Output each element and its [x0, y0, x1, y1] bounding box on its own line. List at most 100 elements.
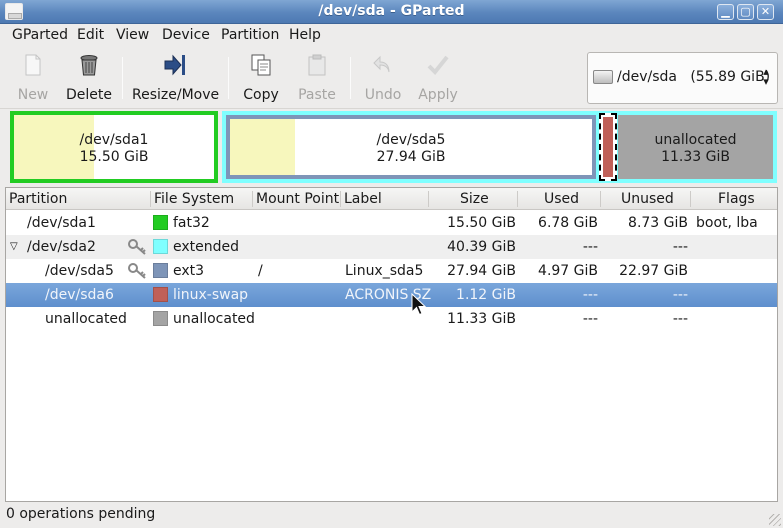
diskmap-sda1-name: /dev/sda1 — [79, 132, 149, 148]
menu-partition[interactable]: Partition — [221, 27, 279, 43]
col-label[interactable]: Label — [344, 191, 382, 207]
device-selector[interactable]: /dev/sda (55.89 GiB) ▴ ▾ — [587, 52, 778, 104]
chevron-updown-icon: ▴ ▾ — [763, 65, 769, 88]
cell-partition: /dev/sda5 — [45, 263, 114, 279]
cell-used: 6.78 GiB — [538, 215, 598, 231]
resize-move-icon — [164, 54, 185, 76]
cell-unused: --- — [672, 311, 688, 327]
col-size[interactable]: Size — [460, 191, 489, 207]
mouse-pointer-icon — [411, 293, 427, 316]
cell-used: --- — [582, 311, 598, 327]
device-label: /dev/sda (55.89 GiB) — [617, 69, 770, 85]
close-button[interactable]: ✕ — [757, 4, 774, 20]
fs-color-swatch — [153, 263, 168, 278]
cell-fs: ext3 — [173, 263, 205, 279]
table-row[interactable]: /dev/sda1 fat32 15.50 GiB 6.78 GiB 8.73 … — [6, 211, 777, 235]
new-label: New — [17, 87, 49, 103]
paste-label: Paste — [298, 87, 336, 103]
diskmap-unallocated-size: 11.33 GiB — [661, 149, 730, 165]
diskmap-unallocated-name: unallocated — [654, 132, 737, 148]
cell-partition: /dev/sda1 — [27, 215, 96, 231]
cell-flags: boot, lba — [696, 215, 758, 231]
menu-help[interactable]: Help — [289, 27, 321, 43]
cell-used: 4.97 GiB — [538, 263, 598, 279]
delete-button[interactable]: Delete — [64, 53, 114, 103]
col-mount-point[interactable]: Mount Point — [256, 191, 339, 207]
new-button[interactable]: New — [12, 53, 54, 103]
undo-button[interactable]: Undo — [362, 53, 404, 103]
menu-bar: GParted Edit View Device Partition Help — [0, 24, 783, 47]
cell-size: 27.94 GiB — [447, 263, 516, 279]
table-header: Partition File System Mount Point Label … — [6, 188, 777, 210]
menu-view[interactable]: View — [116, 27, 149, 43]
minimize-button[interactable]: ▁ — [717, 4, 734, 20]
partition-table[interactable]: Partition File System Mount Point Label … — [5, 187, 778, 502]
fs-color-swatch — [153, 215, 168, 230]
menu-gparted[interactable]: GParted — [12, 27, 68, 43]
copy-icon — [251, 54, 271, 76]
device-name: /dev/sda — [617, 69, 677, 85]
cell-size: 1.12 GiB — [456, 287, 516, 303]
expander-triangle-icon[interactable]: ▽ — [10, 241, 18, 252]
paste-button[interactable]: Paste — [295, 53, 339, 103]
resize-move-button[interactable]: Resize/Move — [132, 53, 220, 103]
col-file-system[interactable]: File System — [154, 191, 234, 207]
col-partition[interactable]: Partition — [9, 191, 67, 207]
trash-icon — [80, 55, 98, 76]
table-row[interactable]: ▽ /dev/sda2 extended 40.39 GiB --- --- — [6, 235, 777, 259]
cell-unused: 8.73 GiB — [628, 215, 688, 231]
cell-fs: extended — [173, 239, 240, 255]
cell-used: --- — [582, 239, 598, 255]
diskmap-unallocated[interactable]: unallocated 11.33 GiB — [618, 115, 773, 179]
col-unused[interactable]: Unused — [621, 191, 674, 207]
menu-edit[interactable]: Edit — [77, 27, 104, 43]
cell-unused: --- — [672, 287, 688, 303]
diskmap-partition-sda5[interactable]: /dev/sda5 27.94 GiB — [226, 115, 596, 179]
diskmap-extended-partition[interactable]: /dev/sda5 27.94 GiB unallocated 11.33 GiB — [222, 111, 777, 183]
table-row[interactable]: unallocated unallocated 11.33 GiB --- --… — [6, 307, 777, 331]
cell-mount: / — [258, 263, 263, 279]
resize-move-label: Resize/Move — [132, 87, 220, 103]
cell-partition: /dev/sda2 — [27, 239, 96, 255]
diskmap-partition-sda1[interactable]: /dev/sda1 15.50 GiB — [10, 111, 218, 183]
cell-fs: linux-swap — [173, 287, 249, 303]
new-icon — [25, 54, 41, 76]
paste-icon — [308, 54, 326, 76]
cell-fs: fat32 — [173, 215, 210, 231]
menu-device[interactable]: Device — [162, 27, 210, 43]
undo-icon — [373, 55, 390, 73]
apply-label: Apply — [418, 87, 458, 103]
hard-disk-icon — [593, 70, 613, 84]
copy-button[interactable]: Copy — [240, 53, 282, 103]
title-bar[interactable]: /dev/sda - GParted ▁ ▢ ✕ — [0, 0, 783, 24]
table-row[interactable]: /dev/sda5 ext3 / Linux_sda5 27.94 GiB 4.… — [6, 259, 777, 283]
maximize-button[interactable]: ▢ — [737, 4, 754, 20]
col-used[interactable]: Used — [544, 191, 579, 207]
device-size: (55.89 GiB) — [690, 69, 771, 85]
cell-partition: unallocated — [45, 311, 127, 327]
undo-label: Undo — [364, 87, 402, 103]
cell-unused: --- — [672, 239, 688, 255]
status-text: 0 operations pending — [6, 506, 156, 522]
apply-icon — [427, 55, 449, 75]
cell-fs: unallocated — [173, 311, 255, 327]
fs-color-swatch — [153, 287, 168, 302]
disk-map: /dev/sda1 15.50 GiB /dev/sda5 27.94 GiB un… — [6, 111, 777, 183]
cell-size: 11.33 GiB — [447, 311, 516, 327]
cell-size: 40.39 GiB — [447, 239, 516, 255]
window-title: /dev/sda - GParted — [318, 3, 465, 19]
col-flags[interactable]: Flags — [718, 191, 755, 207]
diskmap-sda5-size: 27.94 GiB — [376, 149, 446, 165]
cell-label: Linux_sda5 — [345, 263, 424, 279]
cell-used: --- — [582, 287, 598, 303]
diskmap-sda5-name: /dev/sda5 — [376, 132, 446, 148]
resize-grip-icon[interactable] — [769, 514, 781, 526]
fs-color-swatch — [153, 239, 168, 254]
apply-button[interactable]: Apply — [416, 53, 460, 103]
diskmap-sda1-size: 15.50 GiB — [79, 149, 149, 165]
fs-color-swatch — [153, 311, 168, 326]
cell-partition: /dev/sda6 — [45, 287, 114, 303]
diskmap-partition-sda6[interactable] — [599, 113, 617, 181]
cell-size: 15.50 GiB — [447, 215, 516, 231]
table-row-selected[interactable]: /dev/sda6 linux-swap ACRONIS SZ 1.12 GiB… — [6, 283, 777, 307]
